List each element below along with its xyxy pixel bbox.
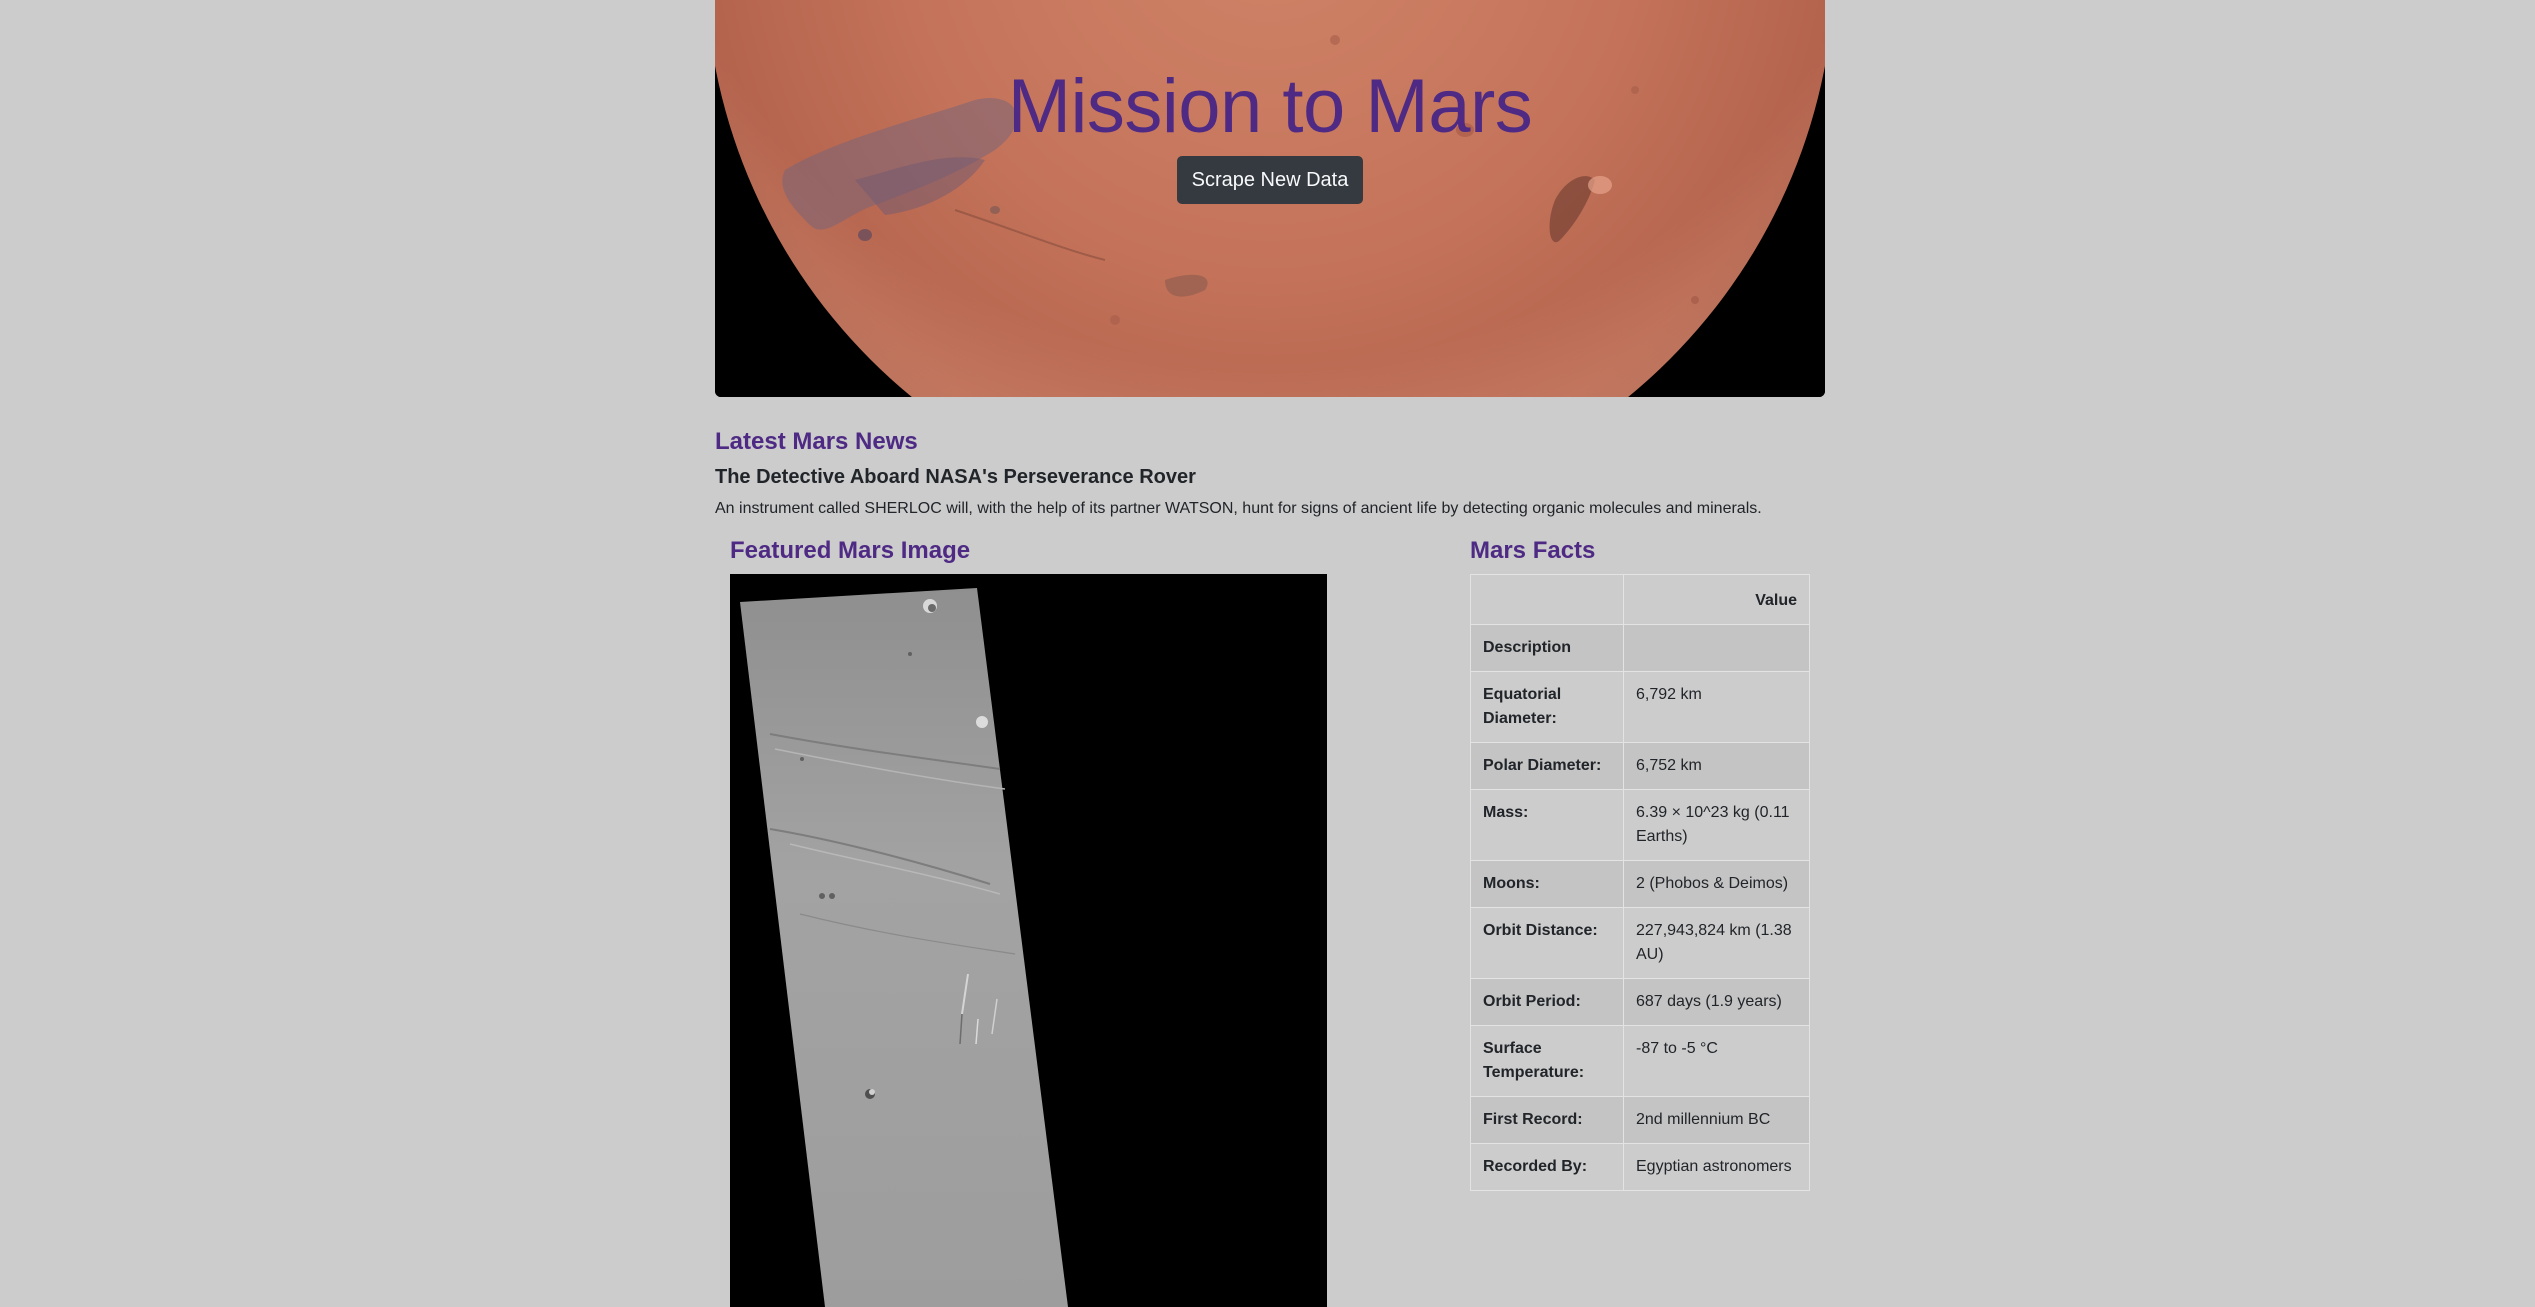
mars-surface-strip-image — [730, 574, 1327, 1307]
page-title: Mission to Mars — [1007, 64, 1533, 149]
fact-value: 227,943,824 km (1.38 AU) — [1623, 907, 1810, 979]
fact-label: Description — [1470, 624, 1624, 672]
table-row: Equatorial Diameter: 6,792 km — [1470, 671, 1810, 743]
table-row: Polar Diameter: 6,752 km — [1470, 742, 1810, 790]
fact-value: -87 to -5 °C — [1623, 1025, 1810, 1097]
fact-value: 6,792 km — [1623, 671, 1810, 743]
scrape-new-data-button[interactable]: Scrape New Data — [1177, 156, 1363, 204]
news-title: The Detective Aboard NASA's Perseverance… — [715, 466, 1196, 488]
fact-label: Mass: — [1470, 789, 1624, 861]
fact-label: Orbit Period: — [1470, 978, 1624, 1026]
news-teaser: An instrument called SHERLOC will, with … — [715, 500, 1762, 517]
table-row: Mass: 6.39 × 10^23 kg (0.11 Earths) — [1470, 789, 1810, 861]
fact-value: 687 days (1.9 years) — [1623, 978, 1810, 1026]
fact-label: First Record: — [1470, 1096, 1624, 1144]
hero-banner: Mission to Mars Scrape New Data — [715, 0, 1825, 397]
table-row: Recorded By: Egyptian astronomers — [1470, 1143, 1810, 1191]
fact-value: 6,752 km — [1623, 742, 1810, 790]
table-row: Surface Temperature: -87 to -5 °C — [1470, 1025, 1810, 1097]
mars-facts-heading: Mars Facts — [1470, 537, 1596, 564]
fact-value: 2nd millennium BC — [1623, 1096, 1810, 1144]
fact-label: Moons: — [1470, 860, 1624, 908]
featured-image-heading: Featured Mars Image — [730, 537, 971, 564]
table-row: Orbit Distance: 227,943,824 km (1.38 AU) — [1470, 907, 1810, 979]
table-row: Moons: 2 (Phobos & Deimos) — [1470, 860, 1810, 908]
fact-label: Equatorial Diameter: — [1470, 671, 1624, 743]
fact-label: Orbit Distance: — [1470, 907, 1624, 979]
table-row: Orbit Period: 687 days (1.9 years) — [1470, 978, 1810, 1026]
mars-facts-table: Value Description Equatorial Diameter: 6… — [1470, 574, 1810, 1191]
page-container: Mission to Mars Scrape New Data Latest M… — [715, 0, 1825, 1307]
table-row: First Record: 2nd millennium BC — [1470, 1096, 1810, 1144]
table-header-cell — [1470, 574, 1624, 625]
table-header-cell: Value — [1623, 574, 1810, 625]
fact-label: Recorded By: — [1470, 1143, 1624, 1191]
fact-label: Polar Diameter: — [1470, 742, 1624, 790]
fact-value: Egyptian astronomers — [1623, 1143, 1810, 1191]
fact-label: Surface Temperature: — [1470, 1025, 1624, 1097]
fact-value — [1623, 624, 1810, 672]
featured-mars-image — [730, 574, 1327, 1307]
table-header-row: Value — [1470, 574, 1810, 625]
table-row: Description — [1470, 624, 1810, 672]
fact-value: 6.39 × 10^23 kg (0.11 Earths) — [1623, 789, 1810, 861]
latest-news-heading: Latest Mars News — [715, 428, 918, 455]
fact-value: 2 (Phobos & Deimos) — [1623, 860, 1810, 908]
